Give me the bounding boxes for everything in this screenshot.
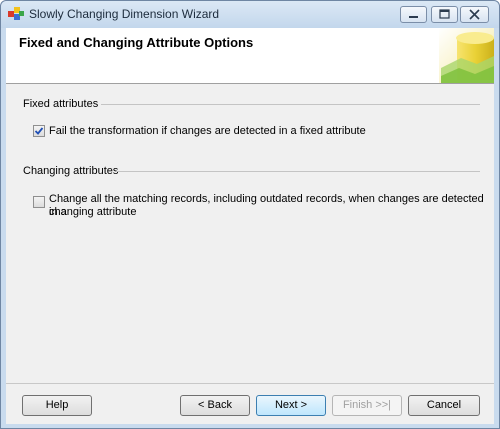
checkmark-icon: [34, 127, 44, 135]
cancel-button[interactable]: Cancel: [408, 395, 480, 416]
title-bar[interactable]: Slowly Changing Dimension Wizard: [1, 1, 499, 28]
wizard-window: Slowly Changing Dimension Wizard Fixed a…: [0, 0, 500, 429]
fixed-attributes-group-label: Fixed attributes: [23, 98, 99, 110]
footer-separator: [6, 383, 494, 384]
help-button[interactable]: Help: [22, 395, 92, 416]
minimize-icon: [409, 16, 418, 18]
change-matching-records-checkbox[interactable]: [33, 196, 45, 208]
window-title: Slowly Changing Dimension Wizard: [29, 7, 220, 21]
changing-attributes-group-label: Changing attributes: [23, 165, 119, 177]
maximize-icon: [439, 9, 450, 19]
minimize-button[interactable]: [400, 6, 427, 23]
banner-graphic-icon: [439, 28, 494, 83]
close-icon: [469, 9, 480, 20]
finish-button[interactable]: Finish >>|: [332, 395, 402, 416]
fail-transformation-label[interactable]: Fail the transformation if changes are d…: [49, 125, 366, 138]
maximize-button[interactable]: [431, 6, 458, 23]
changing-attributes-separator: [116, 171, 480, 172]
page-header: Fixed and Changing Attribute Options: [6, 28, 494, 84]
close-button[interactable]: [460, 6, 489, 23]
page-title: Fixed and Changing Attribute Options: [19, 35, 254, 50]
app-icon: [8, 7, 24, 21]
next-button[interactable]: Next >: [256, 395, 326, 416]
fail-transformation-checkbox[interactable]: [33, 125, 45, 137]
back-button[interactable]: < Back: [180, 395, 250, 416]
fixed-attributes-separator: [101, 104, 480, 105]
change-matching-records-label-line2[interactable]: changing attribute: [49, 206, 136, 219]
wizard-client-area: Fixed and Changing Attribute Options Fix…: [6, 28, 494, 424]
